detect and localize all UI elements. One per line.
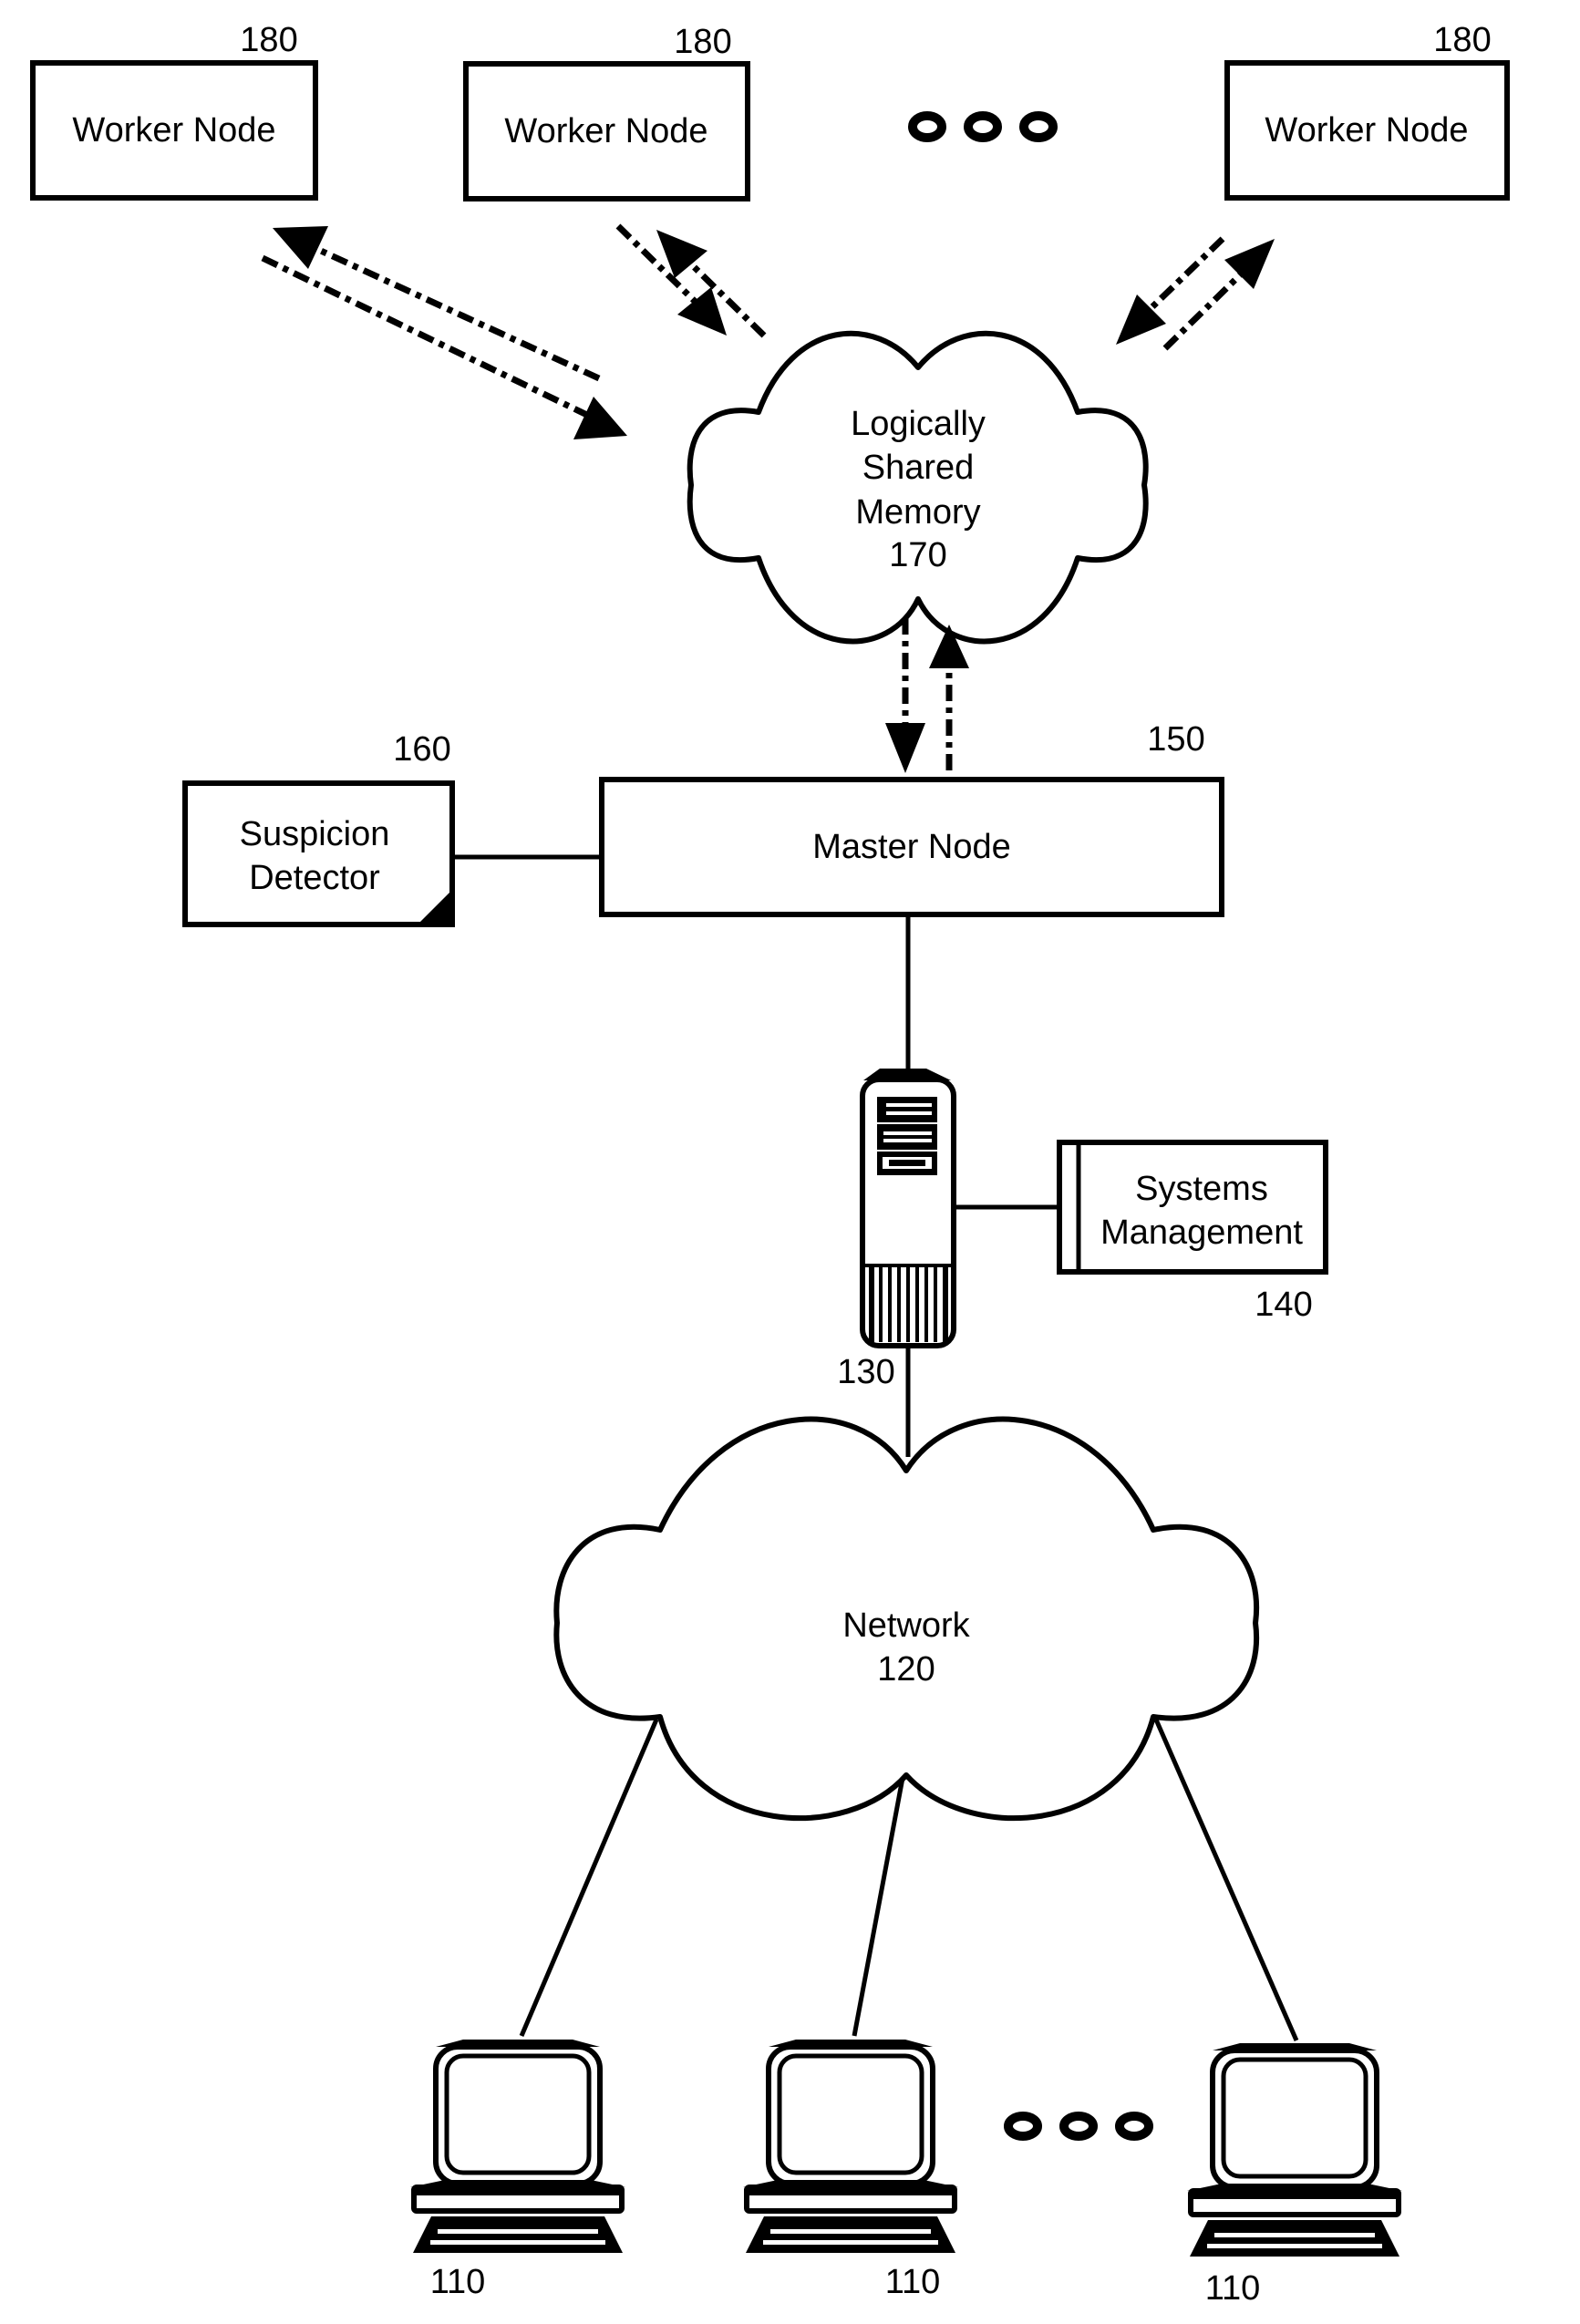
suspicion-detector-label-line1: Suspicion <box>240 815 390 853</box>
client-computer-2: 110 <box>743 2040 958 2301</box>
systems-management: Systems Management 140 <box>1057 1140 1328 1324</box>
network-cloud: Network 120 <box>553 1416 1260 1822</box>
systems-management-label-line2: Management <box>1100 1214 1303 1252</box>
arrow-memory-to-worker-3 <box>1116 236 1225 345</box>
worker-node-3: Worker Node 180 <box>1224 21 1510 201</box>
worker-node-label: Worker Node <box>1265 111 1468 150</box>
master-node-label: Master Node <box>812 828 1011 866</box>
arrow-master-to-memory <box>929 625 969 770</box>
arrow-memory-to-worker-1 <box>273 226 601 382</box>
server-ref: 130 <box>837 1353 894 1391</box>
client-computer-3: 110 <box>1187 2043 1402 2308</box>
arrow-memory-to-master <box>885 618 925 773</box>
suspicion-detector-ref: 160 <box>393 730 450 769</box>
server-tower-icon: 130 <box>837 1069 956 1391</box>
shared-memory-cloud: Logically Shared Memory 170 <box>687 330 1149 645</box>
computer-terminal-icon <box>410 2040 625 2253</box>
client-ref: 110 <box>430 2263 486 2301</box>
suspicion-detector-label-line2: Detector <box>249 859 380 897</box>
worker-node-1: Worker Node 180 <box>30 21 318 201</box>
connector-network-client-3 <box>1153 1718 1299 2042</box>
computer-terminal-icon <box>1187 2043 1402 2257</box>
master-node-ref: 150 <box>1147 720 1204 759</box>
worker-node-ref: 180 <box>240 21 297 59</box>
arrow-worker-1-to-memory <box>261 254 627 439</box>
arrow-worker-3-to-memory <box>1162 239 1275 351</box>
network-label: Network <box>842 1606 970 1645</box>
worker-node-ref: 180 <box>674 23 731 61</box>
worker-node-ref: 180 <box>1433 21 1491 59</box>
computer-terminal-icon <box>743 2040 958 2253</box>
shared-memory-label-line3: Memory <box>855 493 980 532</box>
systems-management-label-line1: Systems <box>1135 1170 1268 1208</box>
network-ref: 120 <box>877 1650 935 1689</box>
ellipsis-icon <box>908 111 1058 142</box>
connector-network-client-1 <box>519 1719 659 2037</box>
shared-memory-label-line1: Logically <box>851 405 986 443</box>
shared-memory-ref: 170 <box>889 536 946 574</box>
client-computer-1: 110 <box>410 2040 625 2301</box>
shared-memory-label-line2: Shared <box>862 449 975 487</box>
connector-network-client-2 <box>852 1777 905 2037</box>
ellipsis-icon <box>1004 2112 1153 2141</box>
worker-node-label: Worker Node <box>72 111 275 150</box>
worker-node-2: Worker Node 180 <box>463 23 750 201</box>
systems-management-ref: 140 <box>1255 1286 1312 1324</box>
worker-node-label: Worker Node <box>504 112 707 150</box>
client-ref: 110 <box>1205 2269 1261 2308</box>
suspicion-detector: Suspicion Detector 160 <box>182 730 455 927</box>
client-ref: 110 <box>885 2263 941 2301</box>
system-diagram: Worker Node 180 Worker Node 180 Worker N… <box>30 21 1510 2308</box>
